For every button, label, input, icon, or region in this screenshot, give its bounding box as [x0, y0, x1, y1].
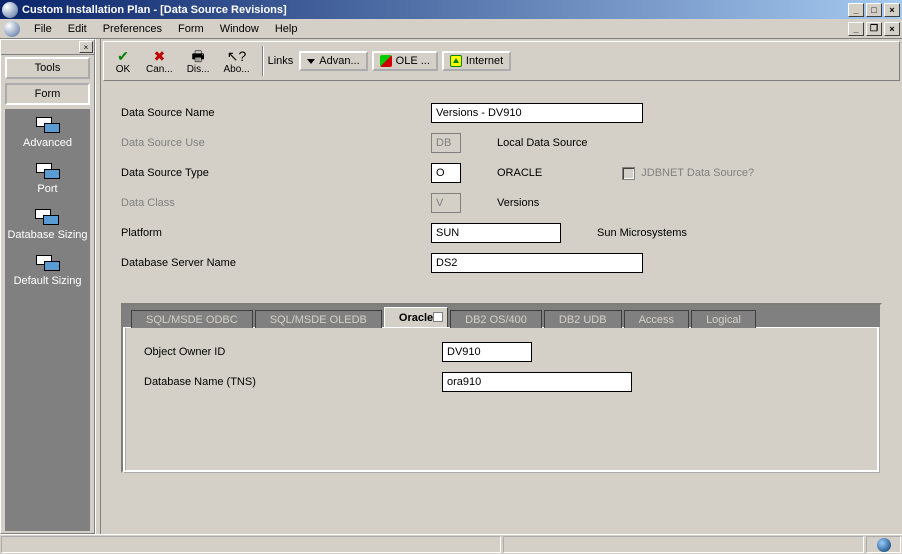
label-owner-id: Object Owner ID — [144, 346, 442, 358]
label-platform: Platform — [121, 227, 431, 239]
menu-edit[interactable]: Edit — [60, 21, 95, 37]
status-cell-globe — [866, 536, 901, 553]
internet-icon — [450, 55, 462, 67]
menu-file[interactable]: File — [26, 21, 60, 37]
menubar: File Edit Preferences Form Window Help _… — [0, 19, 902, 39]
sidebar-body: Advanced Port Database Sizing Default Si… — [5, 109, 90, 531]
minimize-button[interactable]: _ — [848, 3, 864, 17]
app-icon — [2, 2, 18, 18]
sidebar-close-button[interactable]: × — [79, 41, 93, 53]
display-button[interactable]: 🖶 Dis... — [181, 46, 216, 77]
checkbox-box-icon — [622, 167, 635, 180]
status-cell-2 — [503, 536, 864, 553]
cancel-button[interactable]: ✖ Can... — [140, 46, 179, 77]
sidebar-item-label: Default Sizing — [14, 275, 82, 287]
sidebar-tab-tools[interactable]: Tools — [5, 57, 90, 79]
menu-form[interactable]: Form — [170, 21, 212, 37]
chevron-down-icon — [307, 59, 315, 64]
toolbar: ✔ OK ✖ Can... 🖶 Dis... ↖? Abo... Links A… — [103, 41, 900, 81]
ole-icon — [380, 55, 392, 67]
display-icon: 🖶 — [191, 48, 204, 64]
value-ds-use-desc: Local Data Source — [497, 137, 588, 149]
sidebar-item-database-sizing[interactable]: Database Sizing — [7, 209, 87, 241]
mdi-minimize-button[interactable]: _ — [848, 22, 864, 36]
sidebar: × Tools Form Advanced Port Database Sizi… — [0, 39, 95, 534]
about-button[interactable]: ↖? Abo... — [217, 46, 255, 77]
menu-preferences[interactable]: Preferences — [95, 21, 170, 37]
tab-oracle[interactable]: Oracle — [384, 307, 448, 327]
links-label: Links — [268, 55, 294, 67]
menu-window[interactable]: Window — [212, 21, 267, 37]
sidebar-item-label: Advanced — [23, 137, 72, 149]
tab-strip: SQL/MSDE ODBC SQL/MSDE OLEDB Oracle DB2 … — [123, 305, 880, 327]
sidebar-tab-form[interactable]: Form — [5, 83, 90, 105]
checkbox-jdbnet: JDBNET Data Source? — [622, 167, 754, 180]
input-ds-name[interactable] — [431, 103, 643, 123]
tab-access[interactable]: Access — [624, 310, 689, 328]
x-icon: ✖ — [153, 48, 165, 64]
mdi-app-icon[interactable] — [4, 21, 20, 37]
close-button[interactable]: × — [884, 3, 900, 17]
label-db-tns: Database Name (TNS) — [144, 376, 442, 388]
value-data-class-desc: Versions — [497, 197, 539, 209]
tab-logical[interactable]: Logical — [691, 310, 756, 328]
tab-db2-os400[interactable]: DB2 OS/400 — [450, 310, 542, 328]
content-panel: ✔ OK ✖ Can... 🖶 Dis... ↖? Abo... Links A… — [101, 39, 902, 534]
tab-sql-odbc[interactable]: SQL/MSDE ODBC — [131, 310, 253, 328]
input-data-class — [431, 193, 461, 213]
mdi-close-button[interactable]: × — [884, 22, 900, 36]
value-ds-type-desc: ORACLE — [497, 167, 542, 179]
label-ds-type: Data Source Type — [121, 167, 431, 179]
cascade-icon — [36, 163, 60, 181]
label-ds-use: Data Source Use — [121, 137, 431, 149]
statusbar — [0, 534, 902, 554]
check-icon: ✔ — [117, 48, 129, 64]
menu-help[interactable]: Help — [267, 21, 306, 37]
toolbar-separator — [262, 46, 264, 76]
value-platform-desc: Sun Microsystems — [597, 227, 687, 239]
sidebar-item-label: Database Sizing — [7, 229, 87, 241]
tab-db2-udb[interactable]: DB2 UDB — [544, 310, 622, 328]
input-ds-use — [431, 133, 461, 153]
input-owner-id[interactable] — [442, 342, 532, 362]
about-icon: ↖? — [227, 48, 247, 64]
label-data-class: Data Class — [121, 197, 431, 209]
tabset: SQL/MSDE ODBC SQL/MSDE OLEDB Oracle DB2 … — [121, 303, 882, 473]
ole-button[interactable]: OLE ... — [372, 51, 438, 71]
label-db-server: Database Server Name — [121, 257, 431, 269]
window-title: Custom Installation Plan - [Data Source … — [22, 4, 846, 16]
window-titlebar: Custom Installation Plan - [Data Source … — [0, 0, 902, 19]
ok-button[interactable]: ✔ OK — [108, 46, 138, 77]
window-buttons: _ □ × — [846, 3, 900, 17]
sidebar-item-advanced[interactable]: Advanced — [23, 117, 72, 149]
form-body: Data Source Name Data Source Use Local D… — [101, 83, 902, 534]
tab-sql-oledb[interactable]: SQL/MSDE OLEDB — [255, 310, 382, 328]
maximize-button[interactable]: □ — [866, 3, 882, 17]
cascade-icon — [36, 117, 60, 135]
sidebar-item-port[interactable]: Port — [36, 163, 60, 195]
label-ds-name: Data Source Name — [121, 107, 431, 119]
input-db-tns[interactable] — [442, 372, 632, 392]
sidebar-item-label: Port — [37, 183, 57, 195]
input-ds-type[interactable] — [431, 163, 461, 183]
advan-button[interactable]: Advan... — [299, 51, 367, 71]
status-cell-1 — [1, 536, 501, 553]
cascade-icon — [35, 209, 59, 227]
cascade-icon — [36, 255, 60, 273]
internet-button[interactable]: Internet — [442, 51, 511, 71]
globe-icon — [877, 538, 891, 552]
mdi-restore-button[interactable]: ❐ — [866, 22, 882, 36]
input-platform[interactable] — [431, 223, 561, 243]
tab-panel-oracle: Object Owner ID Database Name (TNS) — [123, 327, 880, 473]
sidebar-item-default-sizing[interactable]: Default Sizing — [14, 255, 82, 287]
input-db-server[interactable] — [431, 253, 643, 273]
